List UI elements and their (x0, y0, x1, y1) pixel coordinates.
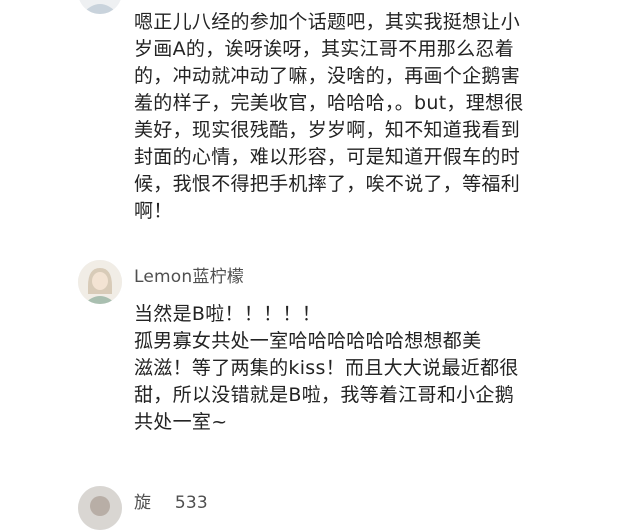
user-avatar-icon (78, 486, 122, 530)
user-avatar-icon (78, 0, 122, 14)
comment-text: 当然是B啦！！！！！ 孤男寡女共处一室哈哈哈哈哈哈想想都美 滋滋！等了两集的ki… (134, 303, 519, 433)
username-text: 旋 (134, 493, 152, 513)
comment-username[interactable]: 旋 533 (134, 488, 208, 513)
user-avatar-icon (78, 260, 122, 304)
user-avatar[interactable] (78, 0, 122, 14)
comment-text: 嗯正儿八经的参加个话题吧，其实我挺想让小 岁画A的，诶呀诶呀，其实江哥不用那么忍… (134, 11, 524, 222)
username-suffix: 533 (174, 493, 208, 513)
user-avatar[interactable] (78, 486, 122, 530)
comment-username[interactable]: Lemon蓝柠檬 (134, 262, 244, 287)
user-avatar[interactable] (78, 260, 122, 304)
